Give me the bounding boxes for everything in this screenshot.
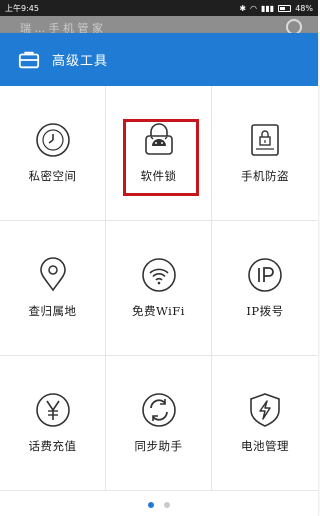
advanced-tools-dialog: 高级工具 私密空间 软件锁 手机防盗 查归属地 免费WiFi IP拨号 话费充值… (0, 33, 318, 516)
tool-label: 手机防盗 (241, 169, 289, 183)
yen-icon (35, 393, 70, 427)
location-pin-icon (39, 257, 66, 292)
highlight-box (123, 119, 199, 196)
tool-label: IP拨号 (246, 304, 284, 318)
phone-lock-icon (251, 124, 279, 156)
tool-battery-manager[interactable]: 电池管理 (212, 356, 318, 491)
tool-anti-theft[interactable]: 手机防盗 (212, 86, 318, 221)
tool-private-space[interactable]: 私密空间 (0, 86, 106, 221)
clock-icon (35, 123, 70, 157)
status-indicators: ✱ ◠ ▮▮▮ 48% (239, 4, 313, 13)
tool-label: 话费充值 (28, 439, 77, 453)
battery-icon (278, 4, 292, 12)
dialog-title: 高级工具 (52, 54, 109, 69)
tool-app-lock[interactable]: 软件锁 (106, 86, 212, 221)
sync-icon (141, 393, 176, 427)
tool-label: 同步助手 (134, 439, 183, 453)
toolbox-icon (18, 51, 40, 68)
wifi-icon (141, 258, 176, 292)
battery-percent: 48% (295, 3, 313, 13)
cell-signal-icon: ▮▮▮ (261, 3, 275, 13)
tool-label: 免费WiFi (132, 304, 185, 318)
status-bar: 上午9:45 ✱ ◠ ▮▮▮ 48% (0, 0, 318, 16)
tool-free-wifi[interactable]: 免费WiFi (106, 221, 212, 356)
tool-label: 电池管理 (241, 439, 289, 453)
tool-label: 私密空间 (28, 169, 77, 183)
tool-label: 查归属地 (28, 304, 77, 318)
page-indicator (0, 499, 318, 511)
ip-icon (248, 258, 282, 292)
page-dot-2[interactable] (164, 502, 170, 508)
dialog-header: 高级工具 (0, 33, 318, 86)
tool-number-location[interactable]: 查归属地 (0, 221, 106, 356)
wifi-signal-icon: ◠ (250, 3, 257, 13)
tool-ip-dial[interactable]: IP拨号 (212, 221, 318, 356)
battery-shield-icon (250, 393, 280, 427)
background-app-title: 瑞 ... 手 机 管 家 (20, 22, 103, 35)
tool-top-up[interactable]: 话费充值 (0, 356, 106, 491)
tool-sync-assistant[interactable]: 同步助手 (106, 356, 212, 491)
status-time: 上午9:45 (5, 3, 39, 13)
tools-grid: 私密空间 软件锁 手机防盗 查归属地 免费WiFi IP拨号 话费充值 同步助手… (0, 86, 318, 491)
page-dot-1[interactable] (148, 502, 154, 508)
bluetooth-icon: ✱ (239, 3, 247, 13)
